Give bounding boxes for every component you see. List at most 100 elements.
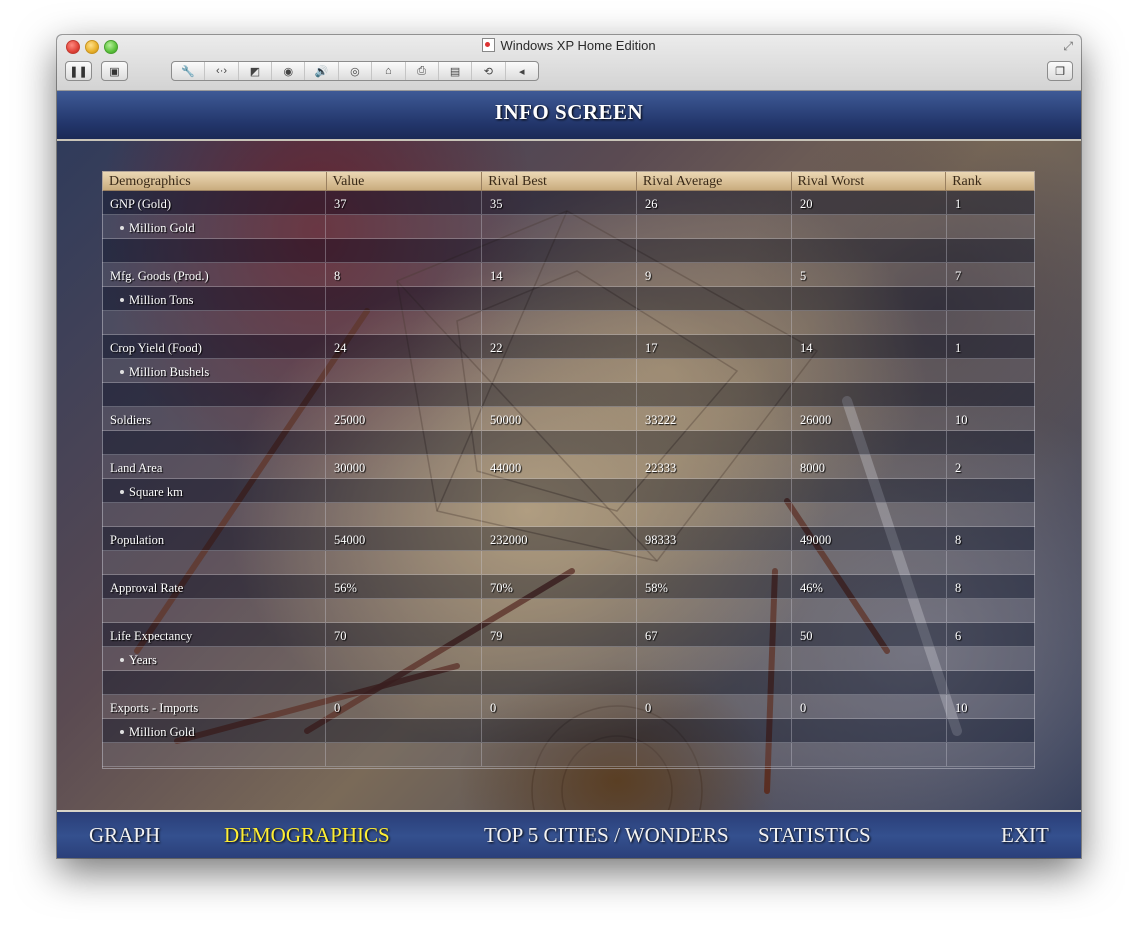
network-button[interactable]: ‹·› (205, 62, 239, 80)
window-title-wrap: Windows XP Home Edition (57, 38, 1081, 54)
table-row (102, 551, 1035, 575)
unit-text: Million Bushels (129, 365, 210, 379)
unit-label: Million Gold (102, 719, 326, 742)
column-header: Value (327, 172, 483, 190)
unit-text: Square km (129, 485, 183, 499)
bullet-icon (120, 730, 124, 734)
table-row (102, 431, 1035, 455)
sync-button[interactable]: ⟲ (472, 62, 506, 80)
bullet-icon (120, 370, 124, 374)
table-cell (482, 719, 637, 742)
table-cell (326, 311, 482, 334)
unit-text: Million Gold (129, 221, 195, 235)
table-cell: 46% (792, 575, 947, 598)
column-header: Rival Average (637, 172, 792, 190)
table-cell (482, 311, 637, 334)
table-cell: 98333 (637, 527, 792, 550)
nav-demographics[interactable]: DEMOGRAPHICS (224, 823, 390, 848)
window-mode-button[interactable]: ❐ (1047, 61, 1073, 81)
table-row: Million Gold (102, 215, 1035, 239)
table-cell (637, 647, 792, 670)
table-row: Soldiers 25000 50000 33222 26000 10 (102, 407, 1035, 431)
table-cell: 8000 (792, 455, 947, 478)
table-row: GNP (Gold) 37 35 26 20 1 (102, 191, 1035, 215)
table-cell: 70 (326, 623, 482, 646)
table-cell (482, 239, 637, 262)
table-cell: 58% (637, 575, 792, 598)
table-cell: 7 (955, 269, 962, 283)
table-cell (482, 383, 637, 406)
collapse-arrow-button[interactable]: ◂ (506, 62, 538, 80)
table-cell: 14 (792, 335, 947, 358)
unit-label: Million Gold (102, 215, 326, 238)
table-cell: 8 (955, 581, 962, 595)
table-cell: 6 (955, 629, 962, 643)
table-cell (947, 671, 1035, 694)
metric-label: Land Area (102, 455, 326, 478)
fullscreen-icon[interactable]: ⤢ (1063, 39, 1073, 54)
game-screen: INFO SCREEN Demographics Value Rival Best R… (57, 91, 1081, 858)
usb-button[interactable]: ⌂ (372, 62, 406, 80)
camera-button[interactable]: ◎ (339, 62, 373, 80)
table-cell: 0 (482, 695, 637, 718)
metric-label: Soldiers (102, 407, 326, 430)
table-cell (637, 311, 792, 334)
table-cell (637, 431, 792, 454)
table-cell (326, 503, 482, 526)
table-cell (792, 359, 947, 382)
printer-button[interactable]: ⎙ (406, 62, 439, 80)
table-cell (326, 239, 482, 262)
table-cell (326, 551, 482, 574)
document-icon (482, 38, 496, 52)
cd-button[interactable]: ◉ (272, 62, 306, 80)
table-row: Million Bushels (102, 359, 1035, 383)
nav-top5-cities-wonders[interactable]: TOP 5 CITIES / WONDERS (484, 823, 729, 848)
table-cell (326, 431, 482, 454)
table-cell (792, 551, 947, 574)
table-cell: 54000 (326, 527, 482, 550)
column-header: Rank (952, 174, 982, 189)
table-cell (637, 671, 792, 694)
table-row (102, 503, 1035, 527)
table-cell (792, 503, 947, 526)
table-cell (482, 647, 637, 670)
drive-button[interactable]: ▤ (439, 62, 473, 80)
table-cell: 30000 (326, 455, 482, 478)
screenshot-button[interactable]: ▣ (101, 61, 128, 81)
table-cell (947, 551, 1035, 574)
table-row: Square km (102, 479, 1035, 503)
table-cell (326, 359, 482, 382)
table-cell (637, 551, 792, 574)
table-cell (792, 671, 947, 694)
nav-statistics[interactable]: STATISTICS (758, 823, 871, 848)
window-titlebar: Windows XP Home Edition ⤢ ❚❚ ▣ 🔧 ‹·› ◩ ◉ 🔊 ◎ ⌂… (57, 35, 1081, 91)
nav-graph[interactable]: GRAPH (89, 823, 160, 848)
printer-icon: ⎙ (417, 64, 427, 77)
table-cell (792, 383, 947, 406)
table-cell (326, 647, 482, 670)
sound-button[interactable]: 🔊 (305, 62, 339, 80)
metric-label (102, 311, 326, 334)
metric-label (102, 671, 326, 694)
disk-button[interactable]: ◩ (239, 62, 273, 80)
table-cell: 35 (482, 191, 637, 214)
wrench-button[interactable]: 🔧 (172, 62, 206, 80)
table-cell: 5 (792, 263, 947, 286)
nav-exit[interactable]: EXIT (1001, 823, 1049, 848)
pause-button[interactable]: ❚❚ (65, 61, 92, 81)
table-cell: 9 (637, 263, 792, 286)
table-cell: 70% (482, 575, 637, 598)
table-cell (326, 215, 482, 238)
table-cell (482, 431, 637, 454)
table-cell: 49000 (792, 527, 947, 550)
table-cell (326, 743, 482, 766)
table-cell (637, 599, 792, 622)
table-cell (792, 287, 947, 310)
table-cell (637, 239, 792, 262)
table-row: Crop Yield (Food) 24 22 17 14 1 (102, 335, 1035, 359)
table-cell (637, 383, 792, 406)
table-cell (326, 671, 482, 694)
table-cell: 0 (637, 695, 792, 718)
table-cell: 26 (637, 191, 792, 214)
table-cell (947, 479, 1035, 502)
